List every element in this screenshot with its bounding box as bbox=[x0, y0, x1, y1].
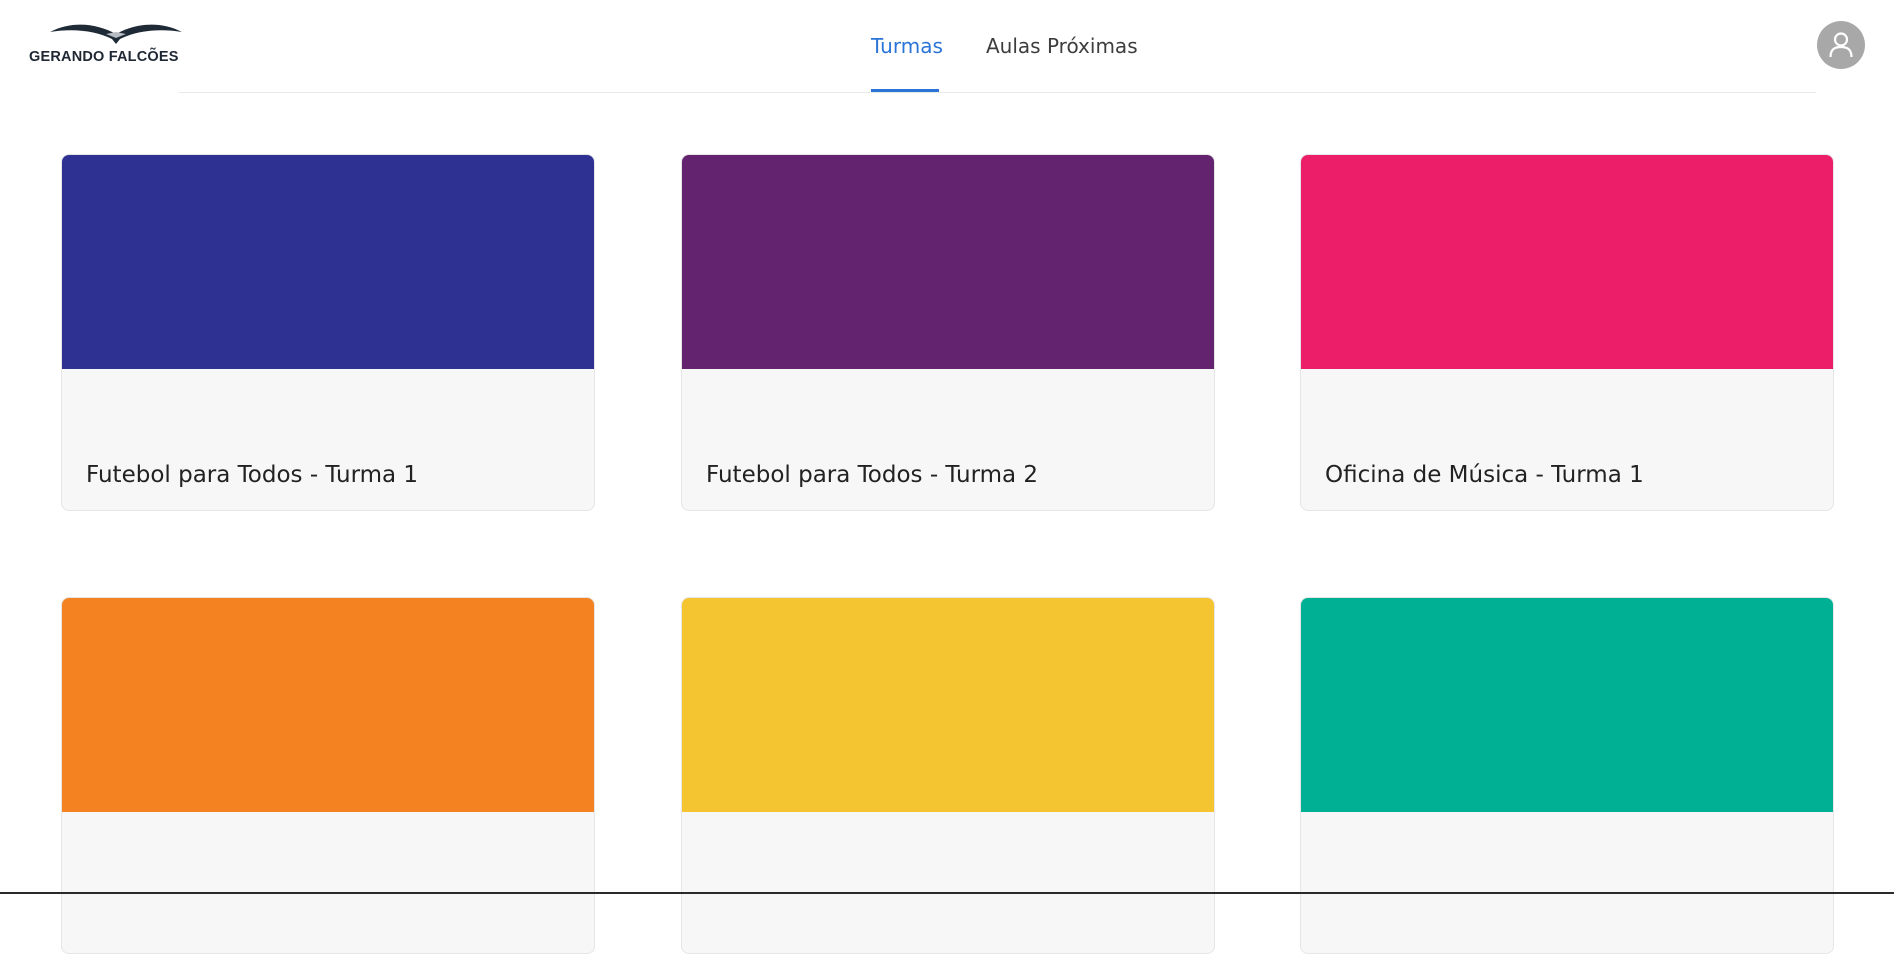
class-card-banner bbox=[1301, 598, 1833, 812]
class-grid: Futebol para Todos - Turma 1 Futebol par… bbox=[0, 0, 1894, 954]
class-card-banner bbox=[62, 598, 594, 812]
class-card-banner bbox=[682, 155, 1214, 369]
class-card[interactable] bbox=[1300, 597, 1834, 954]
class-card-banner bbox=[682, 598, 1214, 812]
class-card[interactable] bbox=[681, 597, 1215, 954]
class-card-banner bbox=[1301, 155, 1833, 369]
class-card[interactable]: Futebol para Todos - Turma 2 bbox=[681, 154, 1215, 511]
class-card-title: Futebol para Todos - Turma 1 bbox=[86, 462, 419, 488]
class-card[interactable]: Futebol para Todos - Turma 1 bbox=[61, 154, 595, 511]
class-card-banner bbox=[62, 155, 594, 369]
class-card[interactable]: Oficina de Música - Turma 1 bbox=[1300, 154, 1834, 511]
class-card-title: Oficina de Música - Turma 1 bbox=[1325, 462, 1644, 488]
class-card[interactable] bbox=[61, 597, 595, 954]
class-card-title: Futebol para Todos - Turma 2 bbox=[706, 462, 1039, 488]
